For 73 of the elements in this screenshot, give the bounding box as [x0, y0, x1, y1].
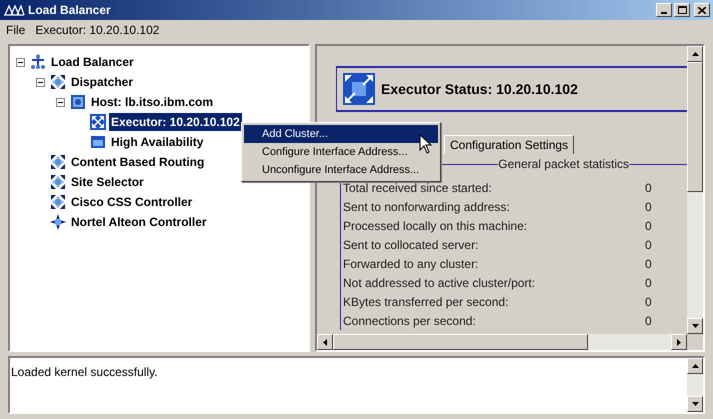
stat-value: 0 [645, 218, 652, 234]
scroll-up-button[interactable] [687, 358, 703, 374]
minimize-icon [661, 12, 667, 14]
stat-label: Total received since started: [343, 180, 493, 196]
maximize-button[interactable] [674, 3, 690, 17]
arrows-icon [50, 74, 66, 90]
tray-icon [90, 134, 106, 150]
vertical-scrollbar[interactable] [687, 358, 703, 412]
scroll-up-button[interactable] [687, 46, 703, 62]
stat-value: 0 [645, 180, 652, 196]
scroll-thumb[interactable] [333, 334, 588, 350]
tab[interactable]: Configuration Settings [444, 135, 574, 154]
vertical-scrollbar[interactable] [687, 46, 703, 334]
minimize-button[interactable] [656, 3, 672, 17]
menu-item[interactable]: Configure Interface Address... [244, 143, 438, 161]
tree-item[interactable]: Nortel Alteon Controller [69, 213, 209, 231]
log-message: Loaded kernel successfully. [11, 365, 158, 379]
tree-item[interactable]: Executor: 10.20.10.102 [109, 113, 242, 131]
scroll-right-button[interactable] [671, 334, 687, 350]
arrows-icon [343, 73, 375, 105]
tree-item[interactable]: Host: lb.itso.ibm.com [89, 93, 216, 111]
stat-label: Not addressed to active cluster/port: [343, 274, 536, 292]
stat-value: 0 [645, 294, 652, 310]
collapse-icon[interactable] [36, 78, 45, 86]
star-icon [50, 214, 66, 230]
window-title: Load Balancer [28, 2, 112, 19]
arrow-up-icon [692, 52, 698, 56]
arrow-left-icon [323, 338, 327, 346]
stat-label: Processed locally on this machine: [343, 218, 528, 234]
scroll-down-button[interactable] [687, 318, 703, 334]
stat-label: Sent to collocated server: [343, 236, 480, 254]
menu-item[interactable]: Add Cluster... [244, 125, 438, 143]
stat-label: Connections per second: [343, 312, 477, 330]
tree-item[interactable]: Cisco CSS Controller [69, 193, 194, 211]
arrows-icon [90, 114, 106, 130]
arrows-icon [50, 154, 66, 170]
server-icon [70, 94, 86, 110]
network-icon [30, 54, 46, 70]
stat-value: 0 [645, 198, 652, 216]
stat-value: 0 [645, 312, 652, 330]
close-button[interactable] [694, 3, 710, 17]
scroll-thumb[interactable] [687, 62, 703, 192]
stat-label: KBytes transferred per second: [343, 294, 510, 310]
arrow-right-icon [677, 338, 681, 346]
tree-item[interactable]: Content Based Routing [69, 153, 206, 171]
menu-item[interactable]: Executor: 10.20.10.102 [35, 21, 160, 39]
stat-value: 0 [645, 274, 652, 292]
app-icon [3, 3, 25, 17]
scroll-down-button[interactable] [687, 396, 703, 412]
arrow-down-icon [692, 402, 698, 406]
close-icon [698, 6, 706, 14]
horizontal-scrollbar[interactable] [317, 334, 687, 350]
tree-item[interactable]: Site Selector [69, 173, 146, 191]
collapse-icon[interactable] [56, 98, 65, 106]
arrow-up-icon [692, 364, 698, 368]
stat-value: 0 [645, 236, 652, 254]
tree-item[interactable]: Load Balancer [49, 53, 136, 71]
maximize-icon [678, 6, 686, 14]
mouse-pointer-icon [419, 134, 433, 155]
menu-item[interactable]: Unconfigure Interface Address... [244, 161, 438, 179]
arrow-down-icon [692, 324, 698, 328]
group-title: General packet statistics [498, 156, 629, 173]
stat-label: Sent to nonforwarding address: [343, 198, 511, 216]
arrows-icon [50, 194, 66, 210]
tree-item[interactable]: Dispatcher [69, 73, 136, 91]
arrows-icon [50, 174, 66, 190]
stat-label: Forwarded to any cluster: [343, 256, 480, 272]
scroll-left-button[interactable] [317, 334, 333, 350]
menu-item[interactable]: File [6, 21, 26, 39]
panel-title: Executor Status: 10.20.10.102 [381, 80, 578, 98]
stat-value: 0 [645, 256, 652, 272]
collapse-icon[interactable] [16, 58, 25, 66]
tree-item[interactable]: High Availability [109, 133, 206, 151]
